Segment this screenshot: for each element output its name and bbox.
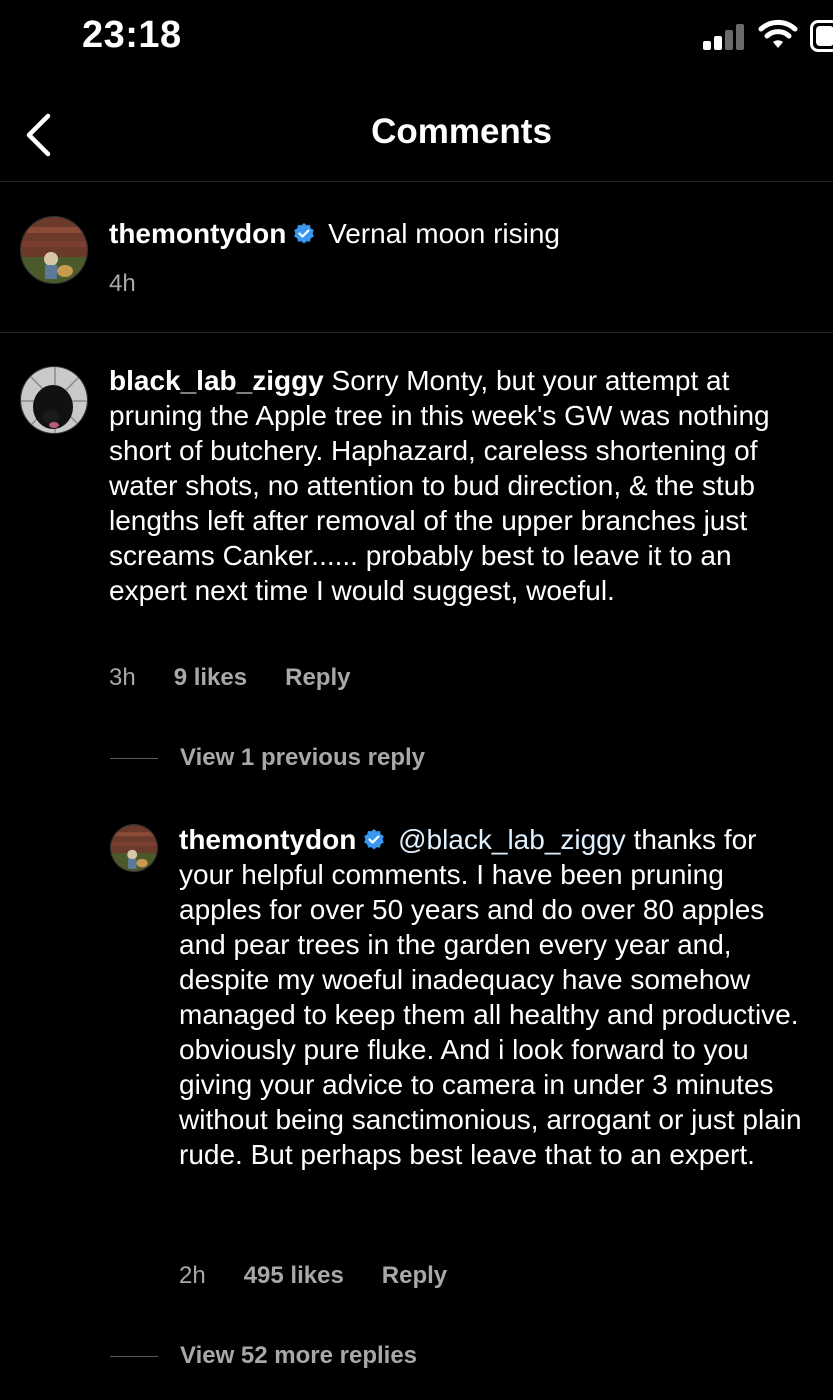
reply-timestamp: 2h bbox=[179, 1262, 206, 1289]
reply-avatar[interactable] bbox=[110, 824, 158, 872]
view-more-replies-label: View 52 more replies bbox=[180, 1342, 418, 1369]
view-previous-replies-button[interactable]: View 1 previous reply bbox=[110, 744, 425, 772]
caption-username[interactable]: themontydon bbox=[109, 218, 286, 249]
view-previous-replies-label: View 1 previous reply bbox=[180, 744, 426, 771]
page-title: Comments bbox=[371, 112, 552, 151]
comments-header: Comments bbox=[0, 90, 833, 182]
verified-badge-icon bbox=[364, 829, 385, 850]
avatar[interactable] bbox=[20, 216, 88, 284]
reply-meta: 2h 495 likes Reply bbox=[179, 1262, 447, 1290]
divider bbox=[110, 757, 158, 759]
comment-likes[interactable]: 9 likes bbox=[174, 664, 247, 692]
caption-timestamp: 4h bbox=[109, 270, 136, 297]
avatar-image bbox=[21, 217, 87, 283]
view-more-replies-button[interactable]: View 52 more replies bbox=[110, 1342, 417, 1370]
post-caption: themontydon Vernal moon rising 4h bbox=[0, 183, 833, 333]
cellular-signal-icon bbox=[703, 22, 745, 50]
wifi-icon bbox=[758, 19, 798, 48]
comment-timestamp: 3h bbox=[109, 664, 136, 691]
comment-text: black_lab_ziggy Sorry Monty, but your at… bbox=[109, 363, 814, 608]
reply-mention[interactable]: @black_lab_ziggy bbox=[398, 824, 626, 855]
reply-likes[interactable]: 495 likes bbox=[244, 1262, 344, 1290]
caption-body: Vernal moon rising bbox=[328, 218, 560, 249]
avatar-image bbox=[111, 825, 157, 871]
reply-text: themontydon @black_lab_ziggy thanks for … bbox=[179, 822, 809, 1172]
status-bar: 23:18 bbox=[0, 0, 833, 80]
comment-meta: 3h 9 likes Reply bbox=[109, 664, 350, 692]
reply-username[interactable]: themontydon bbox=[179, 824, 356, 855]
reply-reply-button[interactable]: Reply bbox=[382, 1262, 447, 1290]
divider bbox=[110, 1355, 158, 1357]
commenter-avatar[interactable] bbox=[20, 366, 88, 434]
comment-username[interactable]: black_lab_ziggy bbox=[109, 365, 324, 396]
caption-meta: 4h bbox=[109, 270, 136, 298]
reply-body: thanks for your helpful comments. I have… bbox=[179, 824, 802, 1170]
comment-body: Sorry Monty, but your attempt at pruning… bbox=[109, 365, 770, 606]
verified-badge-icon bbox=[294, 223, 315, 244]
comment-reply-button[interactable]: Reply bbox=[285, 664, 350, 692]
battery-icon bbox=[810, 20, 833, 52]
caption-text: themontydon Vernal moon rising bbox=[109, 216, 809, 251]
status-time: 23:18 bbox=[82, 14, 182, 56]
avatar-image bbox=[21, 367, 87, 433]
